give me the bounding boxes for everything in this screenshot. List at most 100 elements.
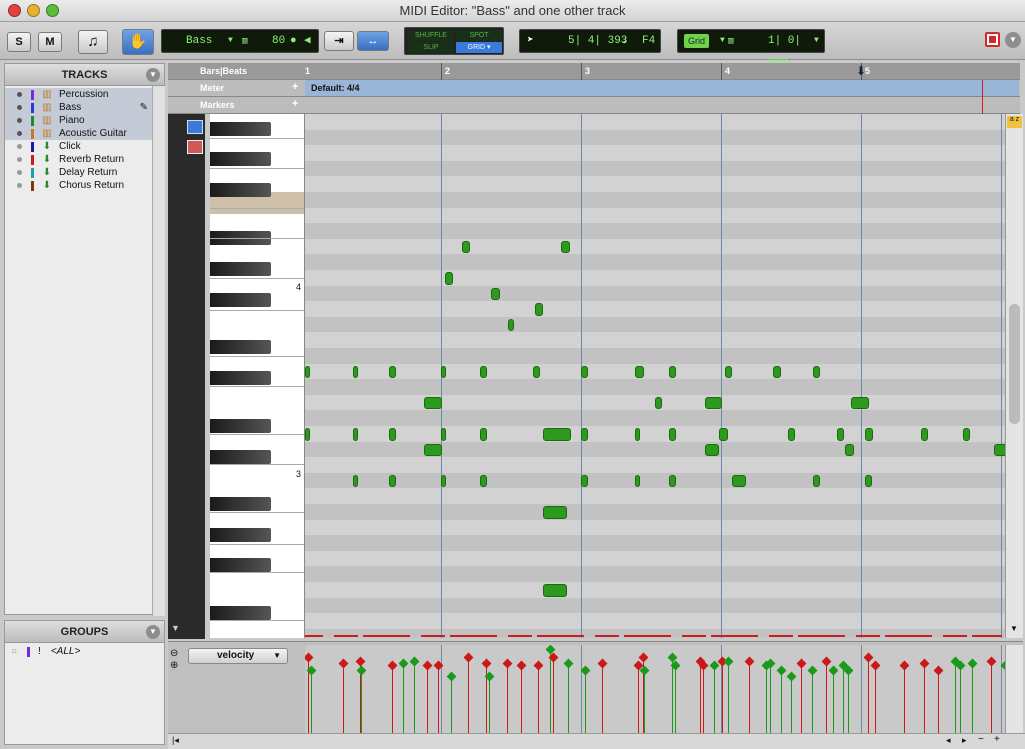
velocity-handle[interactable] [533, 660, 544, 671]
velocity-stalk[interactable] [568, 663, 570, 733]
track-item[interactable]: ▥ Bass ✎ [5, 101, 164, 114]
piano-keyboard[interactable]: 4 3 [210, 114, 305, 638]
scroll-down-icon[interactable]: ▼ [1010, 624, 1018, 633]
track-item[interactable]: ⬇ Delay Return [5, 166, 164, 179]
velocity-stalk[interactable] [728, 660, 729, 733]
midi-note[interactable] [669, 365, 676, 379]
black-key[interactable] [210, 558, 271, 572]
velocity-stalk[interactable] [938, 669, 939, 733]
midi-note[interactable] [480, 474, 487, 488]
mode-slip[interactable]: SLIP [408, 42, 454, 53]
midi-note[interactable] [534, 303, 543, 316]
velocity-handle[interactable] [338, 659, 349, 669]
midi-note[interactable] [440, 428, 446, 441]
velocity-stalk[interactable] [506, 663, 508, 733]
black-key[interactable] [210, 293, 271, 307]
velocity-stalk[interactable] [714, 665, 715, 733]
velocity-stalk[interactable] [537, 665, 539, 733]
velocity-handle[interactable] [807, 665, 818, 676]
scroll-down-icon[interactable]: ▼ [171, 623, 180, 633]
midi-note[interactable] [845, 443, 854, 457]
black-key[interactable] [210, 340, 271, 354]
velocity-handle[interactable] [986, 656, 997, 667]
track-active-dot[interactable] [17, 105, 22, 110]
playhead-marker-icon[interactable]: ⬇ [856, 64, 866, 78]
black-key[interactable] [210, 262, 271, 276]
velocity-handle[interactable] [597, 659, 608, 669]
velocity-handle[interactable] [422, 660, 433, 671]
notes-view-button[interactable]: ♫ [78, 30, 108, 54]
window-menu-button[interactable]: ▼ [1005, 32, 1021, 48]
velocity-stalk[interactable] [765, 665, 767, 733]
velocity-handle[interactable] [305, 652, 314, 663]
markers-ruler[interactable]: Markers + [168, 97, 1020, 114]
midi-note[interactable] [543, 584, 567, 597]
groups-menu-button[interactable]: ▼ [146, 625, 160, 639]
tab-to-transient-button[interactable]: ↔ [357, 31, 389, 51]
velocity-stalk[interactable] [602, 663, 603, 733]
velocity-scrollbar[interactable] [1005, 645, 1023, 733]
midi-note[interactable] [508, 318, 514, 332]
tracks-scrollbar[interactable] [152, 86, 165, 616]
velocity-stalk[interactable] [702, 665, 704, 733]
velocity-handle[interactable] [481, 659, 492, 669]
midi-note[interactable] [480, 365, 487, 379]
velocity-stalk[interactable] [971, 663, 973, 733]
midi-note[interactable] [352, 474, 359, 488]
scroll-thumb[interactable] [1009, 304, 1020, 424]
black-key[interactable] [210, 371, 271, 385]
velocity-handle[interactable] [870, 660, 881, 671]
velocity-stalk[interactable] [488, 675, 490, 733]
velocity-handle[interactable] [446, 671, 457, 682]
midi-note[interactable] [813, 474, 821, 488]
velocity-stalk[interactable] [700, 660, 701, 733]
velocity-handle[interactable] [919, 659, 930, 669]
velocity-lane[interactable] [305, 645, 1005, 733]
midi-note[interactable] [543, 506, 567, 519]
track-active-dot[interactable] [17, 118, 22, 123]
velocity-stalk[interactable] [520, 665, 522, 733]
black-key[interactable] [210, 606, 271, 620]
velocity-stalk[interactable] [392, 665, 393, 733]
midi-note[interactable] [543, 428, 571, 441]
velocity-handle[interactable] [796, 659, 807, 669]
velocity-stalk[interactable] [875, 665, 876, 733]
black-key[interactable] [210, 122, 271, 136]
midi-note[interactable] [424, 396, 443, 410]
add-marker-icon[interactable]: + [292, 98, 298, 110]
mute-button[interactable]: M [38, 32, 62, 52]
velocity-stalk[interactable] [674, 665, 676, 733]
black-key[interactable] [210, 419, 271, 433]
velocity-stalk[interactable] [403, 663, 405, 733]
track-item[interactable]: ▥ Acoustic Guitar [5, 127, 164, 140]
velocity-stalk[interactable] [960, 665, 962, 733]
velocity-stalk[interactable] [749, 660, 750, 733]
track-active-dot[interactable] [17, 144, 22, 149]
minimize-button[interactable] [27, 4, 40, 17]
zoom-button[interactable] [46, 4, 59, 17]
velocity-stalk[interactable] [722, 660, 724, 733]
midi-note[interactable] [705, 396, 723, 410]
vertical-scrollbar[interactable]: a z ▼ [1005, 114, 1023, 638]
velocity-handle[interactable] [563, 659, 574, 669]
grabber-tool-button[interactable]: ✋ [122, 29, 154, 55]
velocity-handle[interactable] [933, 665, 944, 676]
grid-value-display[interactable]: Grid ▼ ▥ 1| 0| 000 ▼ [677, 29, 825, 69]
zoom-in-icon[interactable]: a z [1007, 116, 1022, 128]
midi-note[interactable] [305, 365, 310, 379]
midi-note[interactable] [772, 365, 781, 379]
velocity-handle[interactable] [821, 656, 832, 667]
velocity-handle[interactable] [398, 659, 409, 669]
velocity-stalk[interactable] [343, 663, 344, 733]
zoom-in-icon[interactable]: + [994, 734, 1000, 745]
meter-ruler[interactable]: Meter + Default: 4/4 [168, 80, 1020, 97]
track-item[interactable]: ▥ Percussion [5, 88, 164, 101]
midi-note[interactable] [837, 428, 844, 441]
midi-note[interactable] [424, 443, 443, 457]
velocity-handle[interactable] [786, 671, 797, 682]
midi-note[interactable] [669, 428, 676, 441]
midi-note[interactable] [921, 428, 928, 441]
midi-note[interactable] [440, 365, 446, 379]
velocity-handle[interactable] [899, 660, 910, 671]
lane-plus-icon[interactable]: ⊕ [170, 660, 178, 671]
